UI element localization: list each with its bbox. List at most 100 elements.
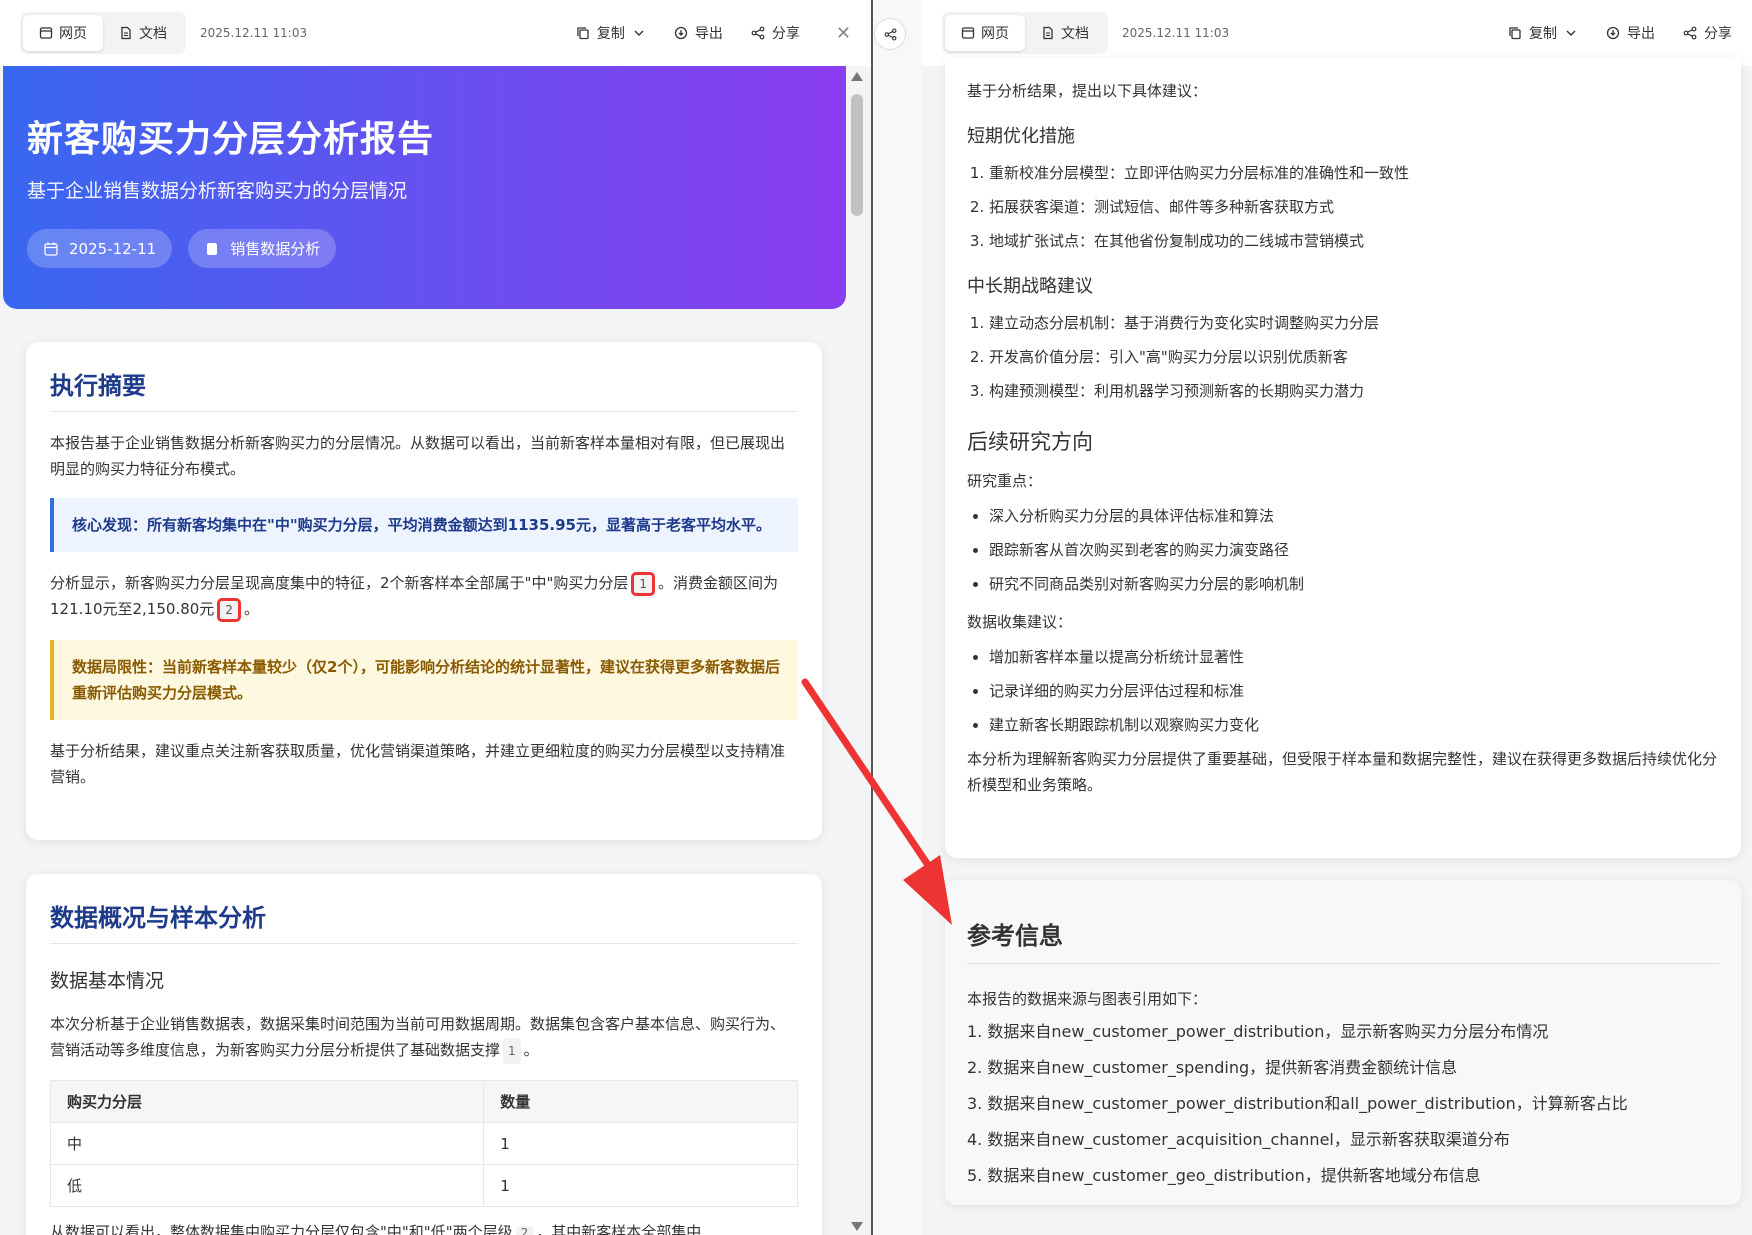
- copy-icon: [1509, 27, 1521, 40]
- research-focus-label: 研究重点：: [967, 472, 1043, 490]
- list-item: 重新校准分层模型：立即评估购买力分层标准的准确性和一致性: [989, 160, 1719, 186]
- tab-doc-label: 文档: [1061, 26, 1089, 42]
- copy-label: 复制: [1529, 26, 1557, 42]
- web-icon: [39, 27, 53, 39]
- data-basic-subheading: 数据基本情况: [50, 970, 165, 992]
- data-paragraph-1: 本次分析基于企业销售数据表，数据采集时间范围为当前可用数据周期。数据集包含客户基…: [50, 1011, 798, 1064]
- citation-1[interactable]: 1: [631, 572, 655, 596]
- table-header-row: 购买力分层 数量: [49, 1080, 798, 1123]
- report-title: 新客购买力分层分析报告: [27, 119, 435, 160]
- reference-item: 2. 数据来自new_customer_spending，提供新客消费金额统计信…: [967, 1058, 1458, 1077]
- tab-doc[interactable]: 文档: [103, 15, 183, 51]
- scroll-down-arrow[interactable]: [851, 1222, 863, 1231]
- table-cell: 低: [49, 1164, 485, 1207]
- summary-paragraph-1: 本报告基于企业销售数据分析新客购买力的分层情况。从数据可以看出，当前新客样本量相…: [50, 434, 786, 478]
- share-button[interactable]: 分享: [751, 23, 800, 43]
- share-label: 分享: [771, 26, 800, 42]
- recommendations-card: 基于分析结果，提出以下具体建议： 短期优化措施 重新校准分层模型：立即评估购买力…: [945, 58, 1741, 858]
- reference-item: 3. 数据来自new_customer_power_distribution和a…: [967, 1094, 1628, 1113]
- report-subtitle: 基于企业销售数据分析新客购买力的分层情况: [27, 180, 408, 202]
- data-p2-end: ，其中新客样本全部集中: [536, 1223, 702, 1235]
- closing-paragraph: 本分析为理解新客购买力分层提供了重要基础，但受限于样本量和数据完整性，建议在获得…: [967, 750, 1718, 794]
- short-term-heading: 短期优化措施: [967, 126, 1075, 147]
- web-icon: [961, 27, 975, 39]
- date-tag-label: 2025-12-11: [69, 239, 157, 258]
- table-header-cell: 购买力分层: [49, 1080, 485, 1123]
- table-cell: 1: [483, 1122, 798, 1165]
- share-icon: [1683, 26, 1697, 40]
- references-card: 参考信息 本报告的数据来源与图表引用如下： 1. 数据来自new_custome…: [945, 880, 1741, 1205]
- list-item: 增加新客样本量以提高分析统计显著性: [989, 644, 1719, 670]
- export-button[interactable]: 导出: [674, 23, 723, 43]
- table-row: 中 1: [49, 1122, 798, 1165]
- tab-doc[interactable]: 文档: [1025, 15, 1105, 51]
- summary-paragraph-2: 分析显示，新客购买力分层呈现高度集中的特征，2个新客样本全部属于"中"购买力分层…: [50, 570, 798, 622]
- reference-item: 5. 数据来自new_customer_geo_distribution，提供新…: [967, 1166, 1481, 1185]
- list-item: 构建预测模型：利用机器学习预测新客的长期购买力潜力: [989, 378, 1719, 404]
- tab-web-label: 网页: [981, 26, 1009, 42]
- export-icon: [1606, 26, 1620, 40]
- share-icon: [884, 28, 896, 40]
- timestamp: 2025.12.11 11:03: [200, 26, 308, 40]
- export-icon: [674, 26, 688, 40]
- list-item: 跟踪新客从首次购买到老客的购买力演变路径: [989, 537, 1719, 563]
- references-heading: 参考信息: [967, 916, 1719, 964]
- share-button[interactable]: 分享: [1683, 23, 1732, 43]
- data-citation-2[interactable]: 2: [515, 1226, 534, 1235]
- left-scrollbar[interactable]: [848, 66, 866, 1235]
- copy-button[interactable]: 复制: [1508, 23, 1578, 43]
- table-row: 低 1: [49, 1164, 798, 1207]
- table-cell: 中: [49, 1122, 485, 1165]
- export-label: 导出: [694, 26, 723, 42]
- data-p1-text: 本次分析基于企业销售数据表，数据采集时间范围为当前可用数据周期。数据集包含客户基…: [50, 1015, 786, 1059]
- long-term-heading: 中长期战略建议: [967, 276, 1093, 297]
- calendar-icon: [44, 242, 58, 256]
- list-item: 拓展获客渠道：测试短信、邮件等多种新客获取方式: [989, 194, 1719, 220]
- reference-item: 1. 数据来自new_customer_power_distribution，显…: [967, 1022, 1549, 1041]
- split-share-handle[interactable]: [874, 18, 906, 50]
- long-term-list: 建立动态分层机制：基于消费行为变化实时调整购买力分层 开发高价值分层：引入"高"…: [967, 310, 1719, 404]
- data-p1-end: 。: [523, 1041, 539, 1059]
- split-divider[interactable]: [871, 0, 922, 1235]
- date-tag: 2025-12-11: [27, 229, 173, 268]
- power-tier-table: 购买力分层 数量 中 1 低 1: [49, 1080, 798, 1207]
- list-item: 深入分析购买力分层的具体评估标准和算法: [989, 503, 1719, 529]
- doc-icon: [121, 26, 131, 40]
- right-toolbar: 网页 文档 2025.12.11 11:03 复制 导出 分享: [922, 0, 1752, 66]
- copy-icon: [577, 27, 589, 40]
- left-toolbar: 网页 文档 2025.12.11 11:03 复制 导出 分享 ✕: [0, 0, 871, 66]
- references-intro: 本报告的数据来源与图表引用如下：: [967, 990, 1208, 1008]
- research-focus-list: 深入分析购买力分层的具体评估标准和算法 跟踪新客从首次购买到老客的购买力演变路径…: [967, 503, 1719, 597]
- tab-web[interactable]: 网页: [23, 15, 103, 51]
- list-item: 记录详细的购买力分层评估过程和标准: [989, 678, 1719, 704]
- view-toggle: 网页 文档: [942, 12, 1108, 54]
- recommendations-intro: 基于分析结果，提出以下具体建议：: [967, 82, 1208, 100]
- close-icon[interactable]: ✕: [836, 23, 851, 44]
- tab-web[interactable]: 网页: [945, 15, 1025, 51]
- data-collection-label: 数据收集建议：: [967, 613, 1073, 631]
- doc-icon: [1043, 26, 1053, 40]
- copy-button[interactable]: 复制: [576, 23, 646, 43]
- view-toggle: 网页 文档: [20, 12, 186, 54]
- scroll-thumb[interactable]: [851, 94, 863, 216]
- share-icon: [751, 26, 765, 40]
- data-limitation-callout: 数据局限性：当前新客样本量较少（仅2个），可能影响分析结论的统计显著性，建议在获…: [50, 640, 798, 720]
- research-heading: 后续研究方向: [967, 430, 1093, 454]
- database-icon: [207, 242, 218, 255]
- data-p2-text: 从数据可以看出，整体数据集中购买力分层仅包含"中"和"低"两个层级: [50, 1223, 513, 1235]
- share-label: 分享: [1704, 26, 1732, 42]
- scroll-up-arrow[interactable]: [851, 72, 863, 81]
- list-item: 地域扩张试点：在其他省份复制成功的二线城市营销模式: [989, 228, 1719, 254]
- data-overview-heading: 数据概况与样本分析: [50, 898, 798, 944]
- citation-2[interactable]: 2: [217, 598, 241, 622]
- data-paragraph-2: 从数据可以看出，整体数据集中购买力分层仅包含"中"和"低"两个层级 2 ，其中新客样…: [50, 1221, 798, 1235]
- export-button[interactable]: 导出: [1606, 23, 1655, 43]
- tab-doc-label: 文档: [139, 26, 167, 42]
- summary-card: 执行摘要 本报告基于企业销售数据分析新客购买力的分层情况。从数据可以看出，当前新…: [26, 342, 822, 840]
- data-collection-list: 增加新客样本量以提高分析统计显著性 记录详细的购买力分层评估过程和标准 建立新客…: [967, 644, 1719, 738]
- chevron-down-icon: [634, 30, 644, 36]
- core-finding-callout: 核心发现：所有新客均集中在"中"购买力分层，平均消费金额达到1135.95元，显…: [50, 498, 798, 552]
- export-label: 导出: [1627, 26, 1655, 42]
- data-citation-1[interactable]: 1: [503, 1038, 521, 1064]
- summary-p2-part-a: 分析显示，新客购买力分层呈现高度集中的特征，2个新客样本全部属于"中"购买力分层: [50, 574, 629, 592]
